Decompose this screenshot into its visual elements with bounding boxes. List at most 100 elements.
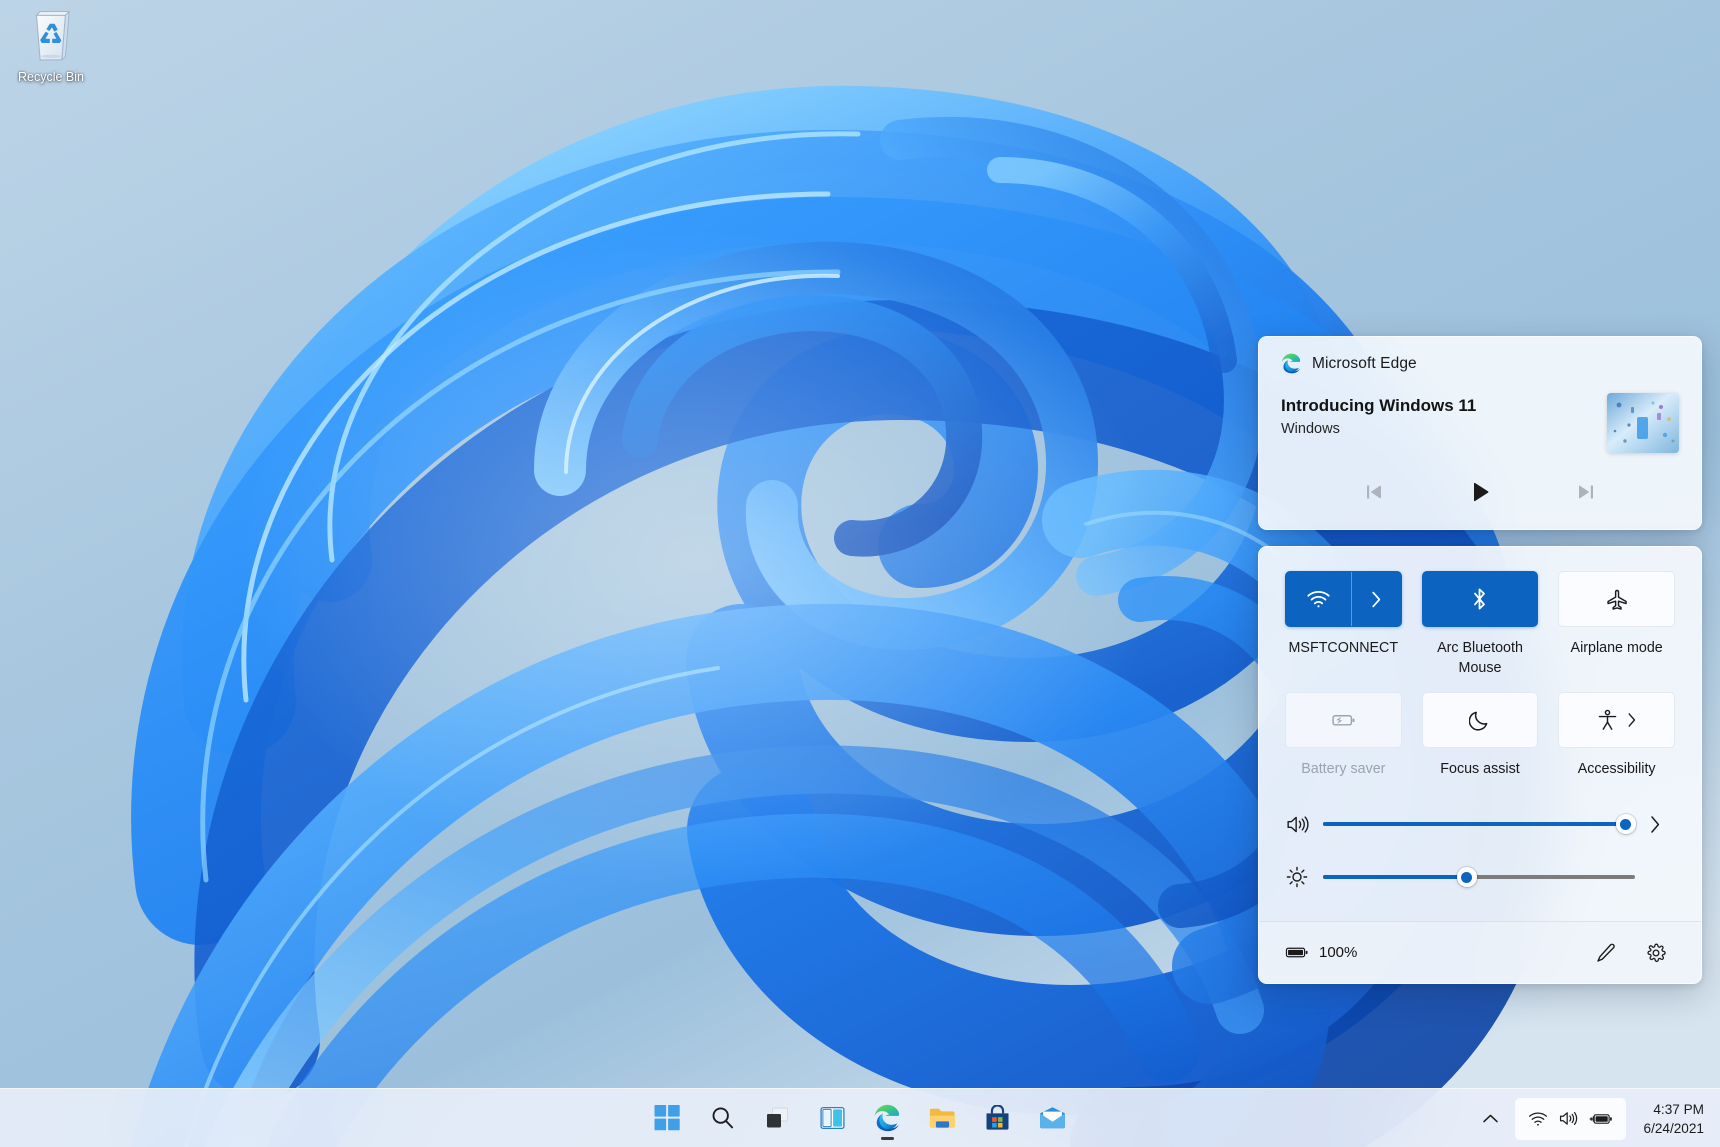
volume-slider[interactable] — [1323, 813, 1635, 835]
tray-time: 4:37 PM — [1644, 1100, 1704, 1119]
media-subtitle: Windows — [1281, 420, 1607, 439]
search-button[interactable] — [699, 1094, 747, 1142]
edge-icon — [874, 1104, 902, 1132]
qs-cell-battery-saver: Battery saver — [1285, 692, 1402, 779]
qs-cell-wifi: MSFTCONNECT — [1285, 571, 1402, 678]
folder-icon — [929, 1106, 957, 1130]
qs-cell-bluetooth: Arc Bluetooth Mouse — [1422, 571, 1539, 678]
tray-date: 6/24/2021 — [1644, 1119, 1704, 1138]
media-controls — [1281, 475, 1679, 509]
media-app-name: Microsoft Edge — [1312, 355, 1417, 373]
accessibility-icon — [1597, 708, 1618, 732]
play-icon — [1469, 481, 1491, 503]
album-art-thumbnail — [1607, 393, 1679, 453]
taskbar[interactable]: 4:37 PM 6/24/2021 — [0, 1088, 1720, 1147]
media-body: Introducing Windows 11 Windows — [1281, 393, 1679, 453]
clock-and-date-button[interactable]: 4:37 PM 6/24/2021 — [1644, 1100, 1704, 1138]
wifi-icon — [1286, 589, 1351, 609]
start-button[interactable] — [644, 1094, 692, 1142]
edit-quick-settings-button[interactable] — [1587, 934, 1625, 972]
qs-cell-focus-assist: Focus assist — [1422, 692, 1539, 779]
task-view-icon — [765, 1106, 791, 1130]
bluetooth-icon — [1471, 587, 1488, 611]
desktop[interactable]: Recycle Bin — [0, 0, 1720, 1147]
qs-tile-accessibility[interactable] — [1558, 692, 1675, 748]
search-icon — [710, 1105, 736, 1131]
speaker-icon — [1558, 1110, 1579, 1127]
qs-row-spacer — [1285, 678, 1675, 692]
pencil-icon — [1595, 942, 1617, 964]
qs-label-wifi: MSFTCONNECT — [1289, 638, 1399, 658]
quick-settings-grid: MSFTCONNECT Arc Bluetooth Mouse — [1285, 571, 1675, 779]
chevron-up-icon — [1482, 1113, 1499, 1125]
moon-icon — [1469, 709, 1491, 732]
mail-button[interactable] — [1029, 1094, 1077, 1142]
microsoft-store-button[interactable] — [974, 1094, 1022, 1142]
qs-label-focus-assist: Focus assist — [1440, 759, 1519, 779]
qs-tile-battery-saver[interactable] — [1285, 692, 1402, 748]
media-metadata: Introducing Windows 11 Windows — [1281, 393, 1607, 439]
widgets-icon — [820, 1106, 846, 1130]
edge-button[interactable] — [864, 1094, 912, 1142]
desktop-icon-recycle-bin[interactable]: Recycle Bin — [8, 8, 94, 85]
system-tray: 4:37 PM 6/24/2021 — [1473, 1089, 1720, 1147]
wifi-icon — [1528, 1111, 1548, 1127]
qs-tile-wifi[interactable] — [1285, 571, 1402, 627]
qs-label-battery-saver: Battery saver — [1301, 759, 1385, 779]
qs-wifi-chevron-button[interactable] — [1351, 572, 1401, 626]
volume-slider-row — [1285, 813, 1675, 835]
skip-forward-icon — [1576, 482, 1596, 502]
desktop-icon-label: Recycle Bin — [8, 70, 94, 85]
qs-label-airplane-mode: Airplane mode — [1571, 638, 1663, 658]
quick-settings-body: MSFTCONNECT Arc Bluetooth Mouse — [1259, 547, 1701, 895]
volume-output-chevron-button[interactable] — [1635, 815, 1675, 834]
flyout-stack: Microsoft Edge Introducing Windows 11 Wi… — [1258, 336, 1702, 984]
gear-icon — [1645, 942, 1667, 964]
brightness-slider-row — [1285, 865, 1675, 889]
qs-tile-bluetooth[interactable] — [1422, 571, 1539, 627]
qs-cell-accessibility: Accessibility — [1558, 692, 1675, 779]
brightness-slider-fill — [1323, 875, 1467, 879]
brightness-slider[interactable] — [1323, 866, 1635, 888]
battery-saver-icon — [1330, 711, 1357, 729]
previous-track-button[interactable] — [1357, 475, 1391, 509]
battery-status[interactable]: 100% — [1285, 944, 1357, 961]
quick-settings-panel[interactable]: MSFTCONNECT Arc Bluetooth Mouse — [1258, 546, 1702, 984]
qs-label-bluetooth: Arc Bluetooth Mouse — [1422, 638, 1539, 678]
chevron-right-icon — [1371, 591, 1382, 608]
task-view-button[interactable] — [754, 1094, 802, 1142]
battery-full-icon — [1285, 945, 1309, 960]
tray-status-icons-button[interactable] — [1515, 1098, 1626, 1140]
qs-cell-airplane: Airplane mode — [1558, 571, 1675, 678]
edge-icon — [1281, 353, 1302, 374]
brightness-icon — [1285, 865, 1323, 889]
battery-charging-icon — [1589, 1111, 1613, 1127]
media-transport-panel[interactable]: Microsoft Edge Introducing Windows 11 Wi… — [1258, 336, 1702, 530]
store-icon — [985, 1105, 1011, 1131]
qs-accessibility-chevron-button[interactable] — [1627, 712, 1637, 728]
qs-label-accessibility: Accessibility — [1578, 759, 1656, 779]
file-explorer-button[interactable] — [919, 1094, 967, 1142]
speaker-icon — [1285, 814, 1323, 835]
windows-logo-icon — [655, 1105, 681, 1131]
media-app-row: Microsoft Edge — [1281, 353, 1679, 374]
taskbar-pinned-items — [644, 1094, 1077, 1142]
qs-tile-airplane-mode[interactable] — [1558, 571, 1675, 627]
show-hidden-icons-button[interactable] — [1473, 1099, 1509, 1139]
battery-percent-label: 100% — [1319, 944, 1357, 961]
volume-slider-knob[interactable] — [1616, 814, 1636, 834]
widgets-button[interactable] — [809, 1094, 857, 1142]
media-title: Introducing Windows 11 — [1281, 395, 1607, 417]
chevron-right-icon — [1649, 815, 1661, 834]
qs-tile-focus-assist[interactable] — [1422, 692, 1539, 748]
play-button[interactable] — [1463, 475, 1497, 509]
quick-settings-footer: 100% — [1259, 921, 1701, 983]
next-track-button[interactable] — [1569, 475, 1603, 509]
mail-icon — [1039, 1106, 1067, 1130]
all-settings-button[interactable] — [1637, 934, 1675, 972]
skip-back-icon — [1364, 482, 1384, 502]
brightness-slider-knob[interactable] — [1457, 867, 1477, 887]
airplane-icon — [1604, 588, 1629, 611]
volume-slider-fill — [1323, 822, 1626, 826]
recycle-bin-icon — [8, 8, 94, 66]
